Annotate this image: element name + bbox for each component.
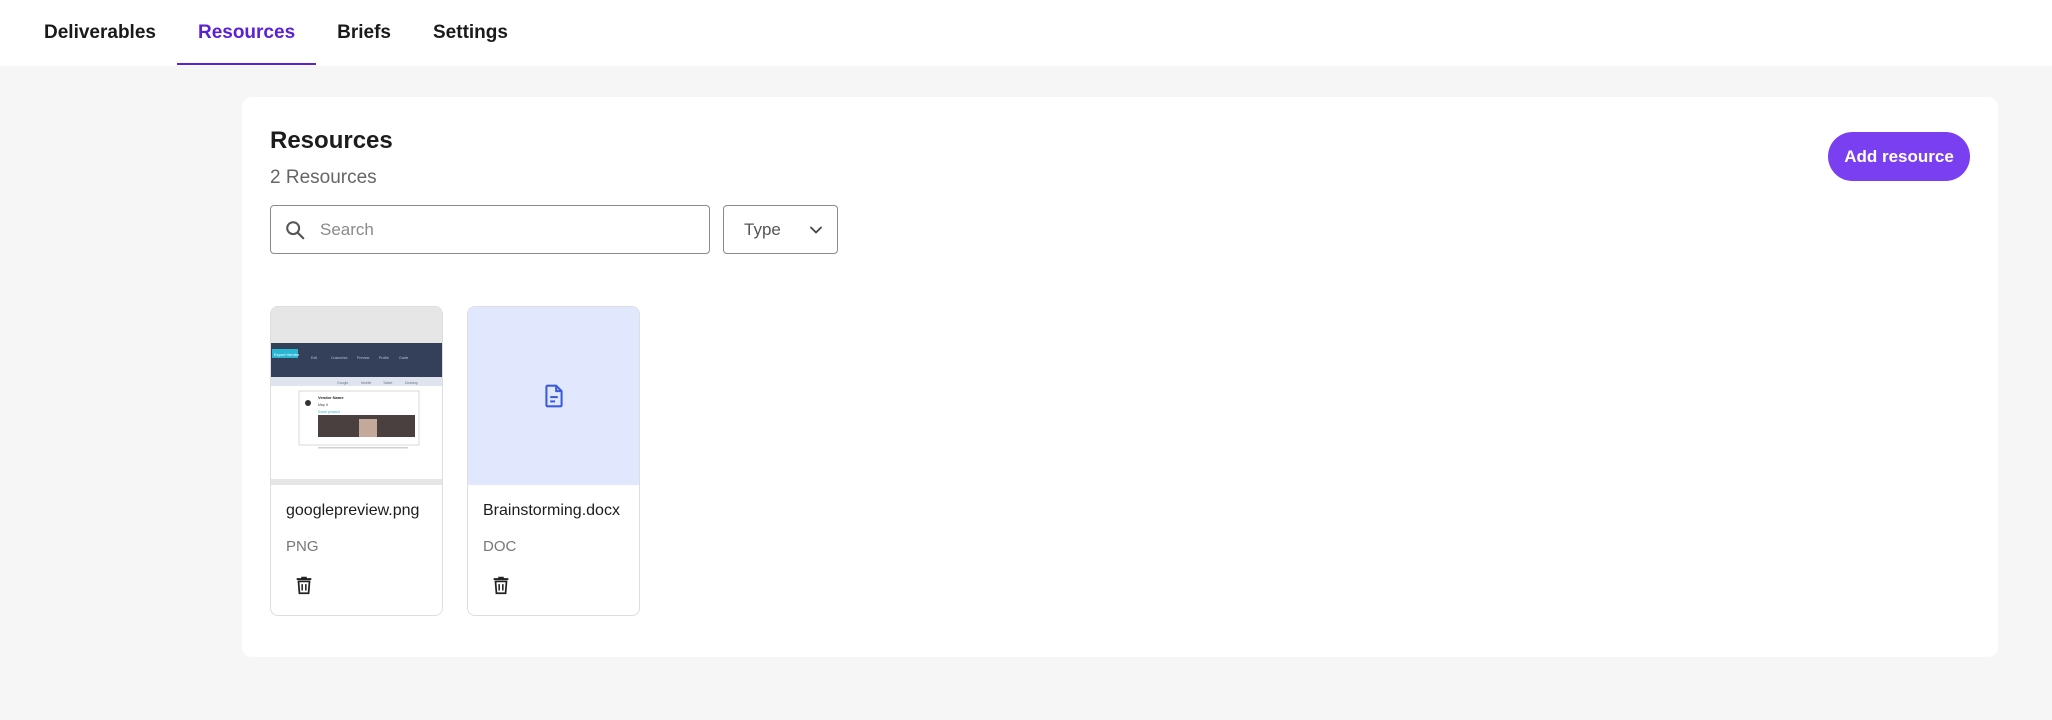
resource-card[interactable]: Export Vendor Edit Customize Preview Pro… [270,306,443,616]
preview-vendor-name: Vendor Name [318,395,344,400]
preview-link: Some product [318,410,340,414]
resource-card[interactable]: Brainstorming.docx DOC [467,306,640,616]
add-resource-button[interactable]: Add resource [1828,132,1970,181]
preview-nav-2: Preview [357,356,370,360]
resource-name[interactable]: googlepreview.png [286,502,419,520]
resources-panel: Resources 2 Resources Add resource Type … [242,97,1998,657]
tab-deliverables[interactable]: Deliverables [23,0,177,66]
resource-count: 2 Resources [270,167,377,188]
preview-nav-4: Guide [399,356,408,360]
trash-icon[interactable] [490,574,512,596]
trash-icon[interactable] [293,574,315,596]
search-input[interactable] [320,219,680,240]
preview-subnav-1: Mobile [361,381,371,385]
document-icon [541,383,567,409]
preview-nav-3: Profile [379,356,389,360]
image-preview-thumbnail: Export Vendor Edit Customize Preview Pro… [271,307,442,485]
tab-resources[interactable]: Resources [176,0,317,66]
preview-subnav-3: Desktop [405,381,418,385]
tab-settings[interactable]: Settings [412,0,529,66]
preview-badge-text: Export Vendor [274,352,300,357]
document-thumbnail [468,307,639,485]
preview-subnav-2: Tablet [383,381,392,385]
search-icon [284,219,306,241]
search-box[interactable] [270,205,710,254]
resource-type: DOC [483,538,517,555]
top-nav: Deliverables Resources Briefs Settings [0,0,2052,66]
page-title: Resources [270,127,393,154]
chevron-down-icon [809,223,823,237]
preview-vendor-sub: Map It [318,403,328,407]
resource-name[interactable]: Brainstorming.docx [483,502,620,520]
resource-type: PNG [286,538,319,555]
preview-subnav-0: Google [337,381,348,385]
preview-nav-0: Edit [311,356,317,360]
type-filter-select[interactable]: Type [723,205,838,254]
type-filter-label: Type [744,219,781,239]
tab-briefs[interactable]: Briefs [316,0,412,66]
tab-bar: Deliverables Resources Briefs Settings [23,0,529,66]
preview-nav-1: Customize [331,356,348,360]
